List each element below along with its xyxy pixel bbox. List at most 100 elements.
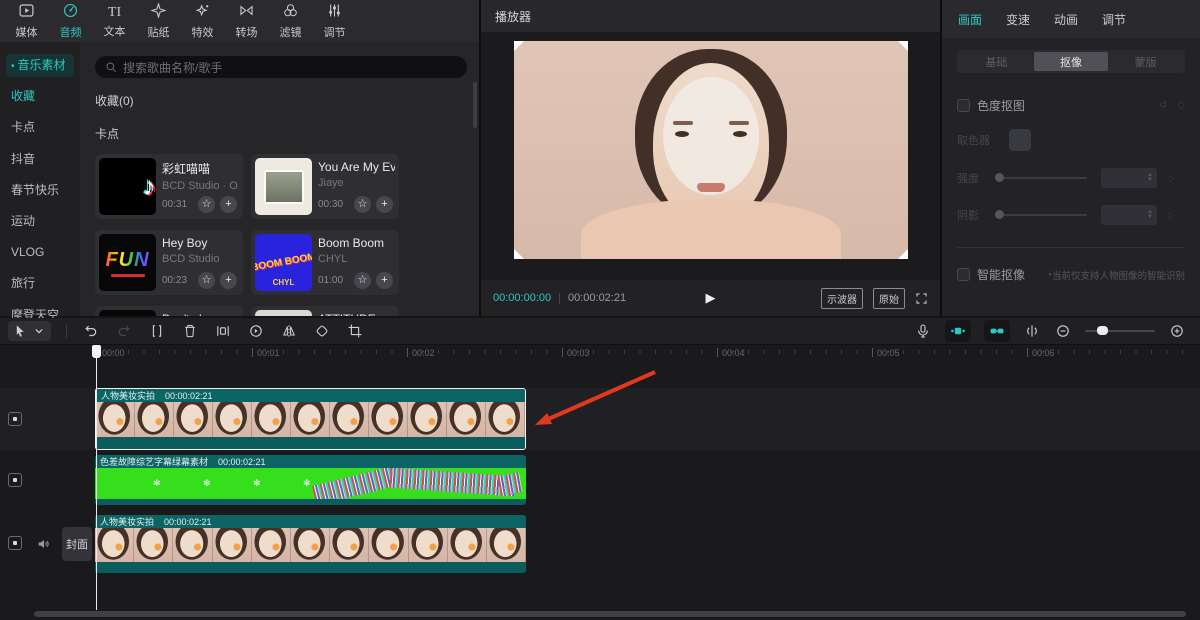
keyframe-icon[interactable]: ◇ bbox=[1167, 210, 1174, 221]
select-tool-button[interactable] bbox=[11, 322, 29, 340]
tab-text[interactable]: TI 文本 bbox=[93, 2, 136, 41]
playhead-handle[interactable] bbox=[92, 345, 101, 358]
greenscreen-clip[interactable]: 色差故障综艺字幕绿幕素材 00:00:02:21 ✻ ✻ ✻ ✻ bbox=[95, 455, 526, 505]
original-ratio-button[interactable]: 原始 bbox=[873, 288, 905, 309]
chroma-key-label: 色度抠图 bbox=[977, 97, 1025, 114]
slider-thumb[interactable] bbox=[995, 173, 1004, 182]
undo-button[interactable] bbox=[82, 322, 100, 340]
sidebar-item-sport[interactable]: 运动 bbox=[6, 210, 74, 233]
tab-sticker[interactable]: 贴纸 bbox=[137, 0, 180, 42]
tab-adjust[interactable]: 调节 bbox=[313, 0, 356, 42]
sidebar-item-travel[interactable]: 旅行 bbox=[6, 272, 74, 295]
player-header: 播放器 bbox=[481, 0, 940, 32]
sidebar-item-beat[interactable]: 卡点 bbox=[6, 116, 74, 139]
tab-filter[interactable]: 滤镜 bbox=[269, 0, 312, 42]
stepper-down-icon[interactable]: ▼ bbox=[1147, 215, 1153, 220]
timeline-horizontal-scrollbar[interactable] bbox=[34, 611, 1186, 617]
tab-adjustment[interactable]: 调节 bbox=[1102, 11, 1126, 28]
auto-snap-toggle[interactable] bbox=[945, 320, 971, 342]
rotate-button[interactable] bbox=[313, 322, 331, 340]
sidebar-item-festival[interactable]: 春节快乐 bbox=[6, 179, 74, 202]
preview-axis-button[interactable] bbox=[1023, 322, 1041, 340]
music-card[interactable]: ATTITUDE ZHANG JUN bbox=[251, 306, 399, 316]
frame-thumbnail bbox=[330, 402, 369, 437]
crop-button[interactable] bbox=[346, 322, 364, 340]
search-input[interactable]: 搜索歌曲名称/歌手 bbox=[95, 56, 467, 78]
subtab-matting[interactable]: 抠像 bbox=[1034, 52, 1109, 71]
library-scrollbar[interactable] bbox=[473, 82, 477, 128]
tab-effects[interactable]: 特效 bbox=[181, 0, 224, 42]
reset-icon[interactable]: ↺ bbox=[1159, 100, 1167, 111]
clip-name: 色差故障综艺字幕绿幕素材 bbox=[100, 455, 208, 468]
transform-handle[interactable] bbox=[514, 249, 524, 259]
stepper-down-icon[interactable]: ▼ bbox=[1147, 178, 1153, 183]
strength-value-input[interactable]: ▲▼ bbox=[1101, 168, 1157, 188]
music-card[interactable]: ♪ 彩虹喵喵 BCD Studio · O... 00:31 ☆ + bbox=[95, 154, 243, 219]
transform-handle[interactable] bbox=[898, 249, 908, 259]
zoom-out-button[interactable] bbox=[1054, 322, 1072, 340]
subtab-basic[interactable]: 基础 bbox=[959, 52, 1034, 71]
select-tool-dropdown-icon[interactable] bbox=[30, 322, 48, 340]
music-library: 搜索歌曲名称/歌手 收藏(0) 卡点 ♪ 彩虹喵喵 BCD Studio · O… bbox=[80, 42, 479, 316]
sidebar-item-douyin[interactable]: 抖音 bbox=[6, 148, 74, 171]
sidebar-item-vlog[interactable]: VLOG bbox=[6, 241, 74, 264]
play-button[interactable]: ▶ bbox=[706, 290, 716, 306]
text-icon: TI bbox=[108, 4, 121, 21]
redo-button[interactable] bbox=[115, 322, 133, 340]
track-hide-toggle[interactable] bbox=[8, 536, 22, 550]
video-clip-selected[interactable]: 人物美妆实拍 00:00:02:21 bbox=[95, 388, 526, 450]
video-preview[interactable] bbox=[514, 41, 908, 259]
favorite-star-button[interactable]: ☆ bbox=[354, 272, 371, 289]
sidebar-item-music-assets[interactable]: •音乐素材 bbox=[6, 54, 74, 77]
frame-thumbnail bbox=[330, 528, 369, 562]
music-card[interactable]: You Are My Ev... Jiaye 00:30 ☆ + bbox=[251, 154, 399, 219]
zoom-slider-thumb[interactable] bbox=[1097, 326, 1108, 335]
tab-transition[interactable]: 转场 bbox=[225, 0, 268, 42]
mirror-button[interactable] bbox=[280, 322, 298, 340]
music-card[interactable]: FUN Hey Boy BCD Studio 00:23 ☆ + bbox=[95, 230, 243, 295]
favorite-star-button[interactable]: ☆ bbox=[198, 272, 215, 289]
slider-thumb[interactable] bbox=[995, 210, 1004, 219]
record-voiceover-button[interactable] bbox=[914, 322, 932, 340]
add-to-track-button[interactable]: + bbox=[376, 196, 393, 213]
transform-handle[interactable] bbox=[514, 41, 524, 51]
scope-button[interactable]: 示波器 bbox=[821, 288, 863, 309]
track-mute-icon[interactable] bbox=[36, 536, 52, 552]
add-to-track-button[interactable]: + bbox=[220, 272, 237, 289]
cover-button[interactable]: 封面 bbox=[62, 527, 92, 561]
add-to-track-button[interactable]: + bbox=[376, 272, 393, 289]
track-hide-toggle[interactable] bbox=[8, 412, 22, 426]
linkage-toggle[interactable] bbox=[984, 320, 1010, 342]
tab-animation[interactable]: 动画 bbox=[1054, 11, 1078, 28]
keyframe-icon[interactable]: ◇ bbox=[1167, 173, 1174, 184]
subtab-mask[interactable]: 蒙版 bbox=[1108, 52, 1183, 71]
strength-slider[interactable] bbox=[995, 177, 1087, 179]
eyedropper-swatch[interactable] bbox=[1009, 129, 1031, 151]
add-to-track-button[interactable]: + bbox=[220, 196, 237, 213]
video-clip-main[interactable]: 人物美妆实拍 00:00:02:21 bbox=[95, 515, 526, 573]
smart-matting-checkbox[interactable] bbox=[957, 268, 970, 281]
tab-media[interactable]: 媒体 bbox=[5, 0, 48, 42]
tab-picture[interactable]: 画面 bbox=[958, 11, 982, 28]
sidebar-item-favorites[interactable]: 收藏 bbox=[6, 85, 74, 108]
keyframe-icon[interactable]: ◇ bbox=[1177, 100, 1185, 111]
music-card[interactable]: FUN Don't sleep BCD Studio bbox=[95, 306, 243, 316]
freeze-frame-button[interactable] bbox=[214, 322, 232, 340]
music-card[interactable]: BOOM BOOM CHYL Boom Boom CHYL 01:00 ☆ + bbox=[251, 230, 399, 295]
shadow-value-input[interactable]: ▲▼ bbox=[1101, 205, 1157, 225]
timeline-ruler[interactable]: 00:00 00:01 00:02 00:03 00:04 00:05 00:0… bbox=[0, 345, 1200, 363]
favorite-star-button[interactable]: ☆ bbox=[354, 196, 371, 213]
track-hide-toggle[interactable] bbox=[8, 473, 22, 487]
shadow-slider[interactable] bbox=[995, 214, 1087, 216]
timeline-zoom-slider[interactable] bbox=[1085, 330, 1155, 332]
tab-speed[interactable]: 变速 bbox=[1006, 11, 1030, 28]
delete-button[interactable] bbox=[181, 322, 199, 340]
reverse-button[interactable] bbox=[247, 322, 265, 340]
tab-audio[interactable]: 音频 bbox=[49, 0, 92, 42]
transform-handle[interactable] bbox=[898, 41, 908, 51]
fullscreen-button[interactable] bbox=[915, 292, 928, 305]
zoom-in-button[interactable] bbox=[1168, 322, 1186, 340]
split-button[interactable] bbox=[148, 322, 166, 340]
chroma-key-checkbox[interactable] bbox=[957, 99, 970, 112]
favorite-star-button[interactable]: ☆ bbox=[198, 196, 215, 213]
